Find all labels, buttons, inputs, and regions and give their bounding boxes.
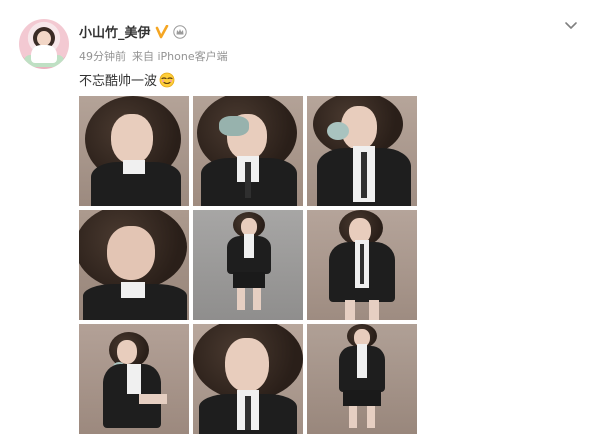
crown-icon[interactable]	[172, 24, 187, 39]
photo-7[interactable]	[79, 324, 189, 434]
photo-8[interactable]	[193, 324, 303, 434]
photo-3[interactable]	[307, 96, 417, 206]
photo-2[interactable]	[193, 96, 303, 206]
chevron-down-icon[interactable]	[563, 17, 579, 33]
post-source: 来自 iPhone客户端	[132, 50, 228, 63]
photo-6[interactable]	[307, 210, 417, 320]
username-link[interactable]: 小山竹_美伊	[79, 22, 151, 41]
avatar-dress-shape	[31, 45, 57, 63]
photo-5[interactable]	[193, 210, 303, 320]
post-text: 不忘酷帅一波	[79, 74, 158, 89]
post-meta: 49分钟前 来自 iPhone客户端	[79, 48, 228, 64]
post-body: 不忘酷帅一波	[79, 70, 175, 89]
post-time[interactable]: 49分钟前	[79, 48, 126, 64]
photo-1[interactable]	[79, 96, 189, 206]
photo-9[interactable]	[307, 324, 417, 434]
avatar[interactable]	[19, 19, 69, 69]
author-row: 小山竹_美伊	[79, 22, 187, 41]
photo-4[interactable]	[79, 210, 189, 320]
weibo-post-card: 小山竹_美伊 49分钟前 来自 iPhone客户端 不忘酷帅一波	[0, 0, 599, 445]
cool-face-emoji-icon	[159, 72, 175, 88]
photo-grid	[79, 96, 417, 435]
verified-v-icon[interactable]	[155, 24, 169, 39]
avatar-face-shape	[37, 31, 51, 46]
